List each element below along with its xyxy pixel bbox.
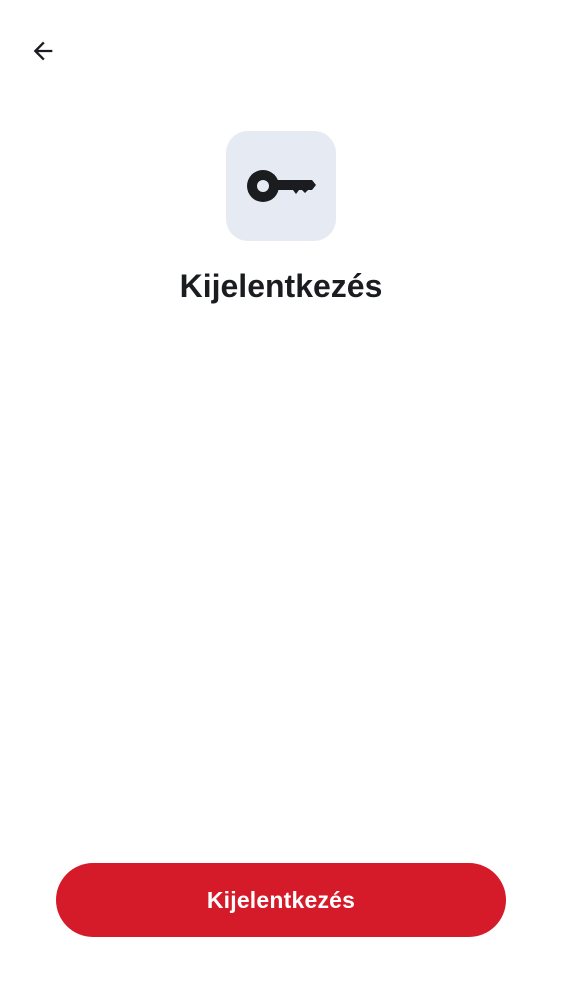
page-title: Kijelentkezés xyxy=(179,268,383,304)
key-icon xyxy=(247,170,316,202)
back-button[interactable] xyxy=(22,30,64,72)
arrow-back-icon xyxy=(33,41,53,61)
key-icon-tile xyxy=(226,131,336,241)
logout-button[interactable]: Kijelentkezés xyxy=(56,863,506,937)
